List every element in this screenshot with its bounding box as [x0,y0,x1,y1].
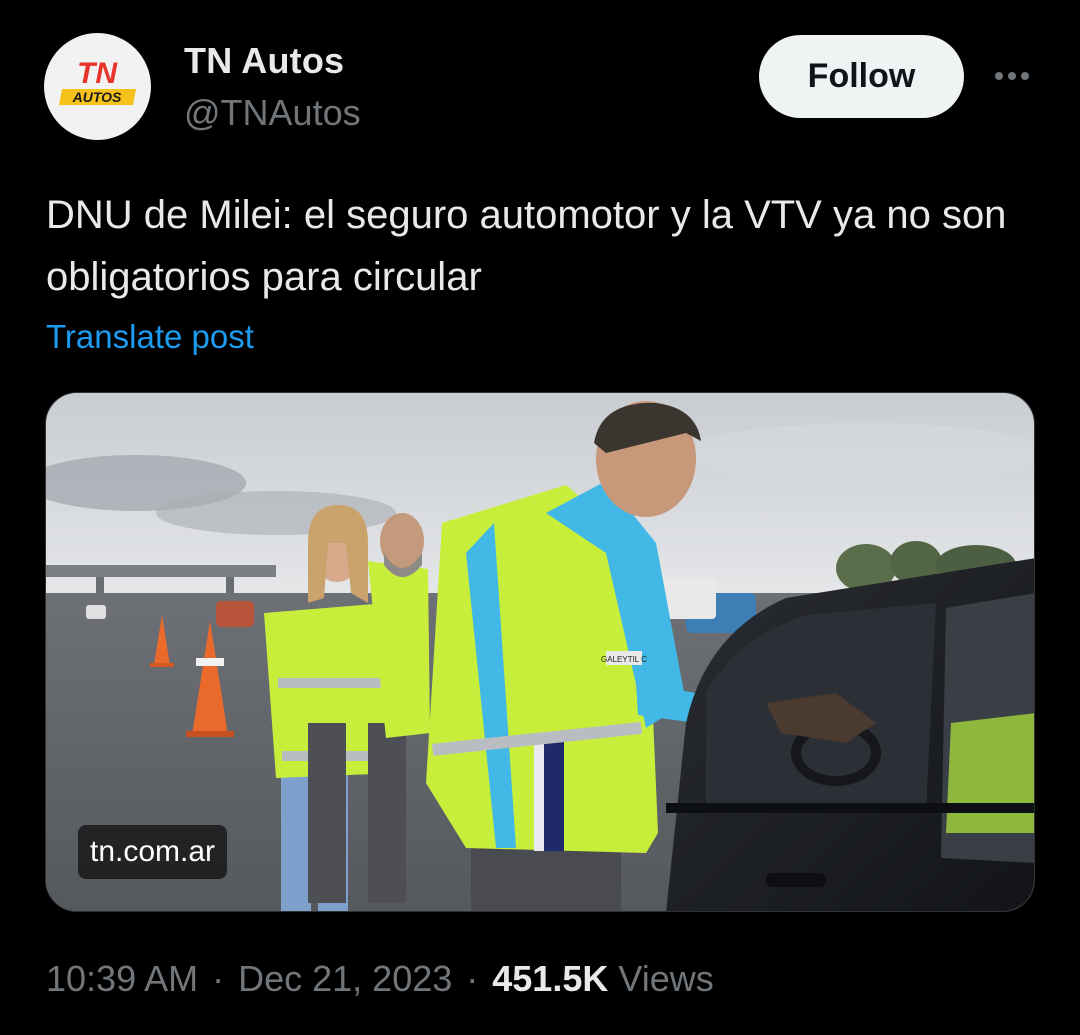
author-avatar[interactable]: TN AUTOS [44,33,151,140]
views-count[interactable]: 451.5K [492,958,608,1000]
post-text: DNU de Milei: el seguro automotor y la V… [46,193,1007,299]
meta-separator: · [212,958,225,999]
author-name[interactable]: TN Autos [184,40,344,82]
logo-tn-text: TN [77,57,118,90]
media-source-badge[interactable]: tn.com.ar [78,825,228,879]
vest-badge-text: GALEYTIL C [601,655,647,664]
tweet-card: TN AUTOS TN Autos @TNAutos Follow DNU de… [0,0,1080,1035]
meta-separator: · [466,958,479,999]
author-handle[interactable]: @TNAutos [184,92,361,134]
post-media-image[interactable]: GALEYTIL C tn.com.ar [45,392,1035,912]
logo-autos-text: AUTOS [72,89,122,105]
more-dot-icon [1008,72,1016,80]
more-options-button[interactable] [988,58,1036,94]
translate-post-link[interactable]: Translate post [46,318,254,356]
post-metadata: 10:39 AM · Dec 21, 2023 · 451.5K Views [46,958,714,1000]
views-label: Views [618,958,714,999]
post-time[interactable]: 10:39 AM [46,958,198,1000]
more-dot-icon [1021,72,1029,80]
tn-autos-logo: TN AUTOS [59,57,136,105]
follow-button[interactable]: Follow [759,35,964,118]
post-date[interactable]: Dec 21, 2023 [238,958,452,1000]
more-dot-icon [995,72,1003,80]
